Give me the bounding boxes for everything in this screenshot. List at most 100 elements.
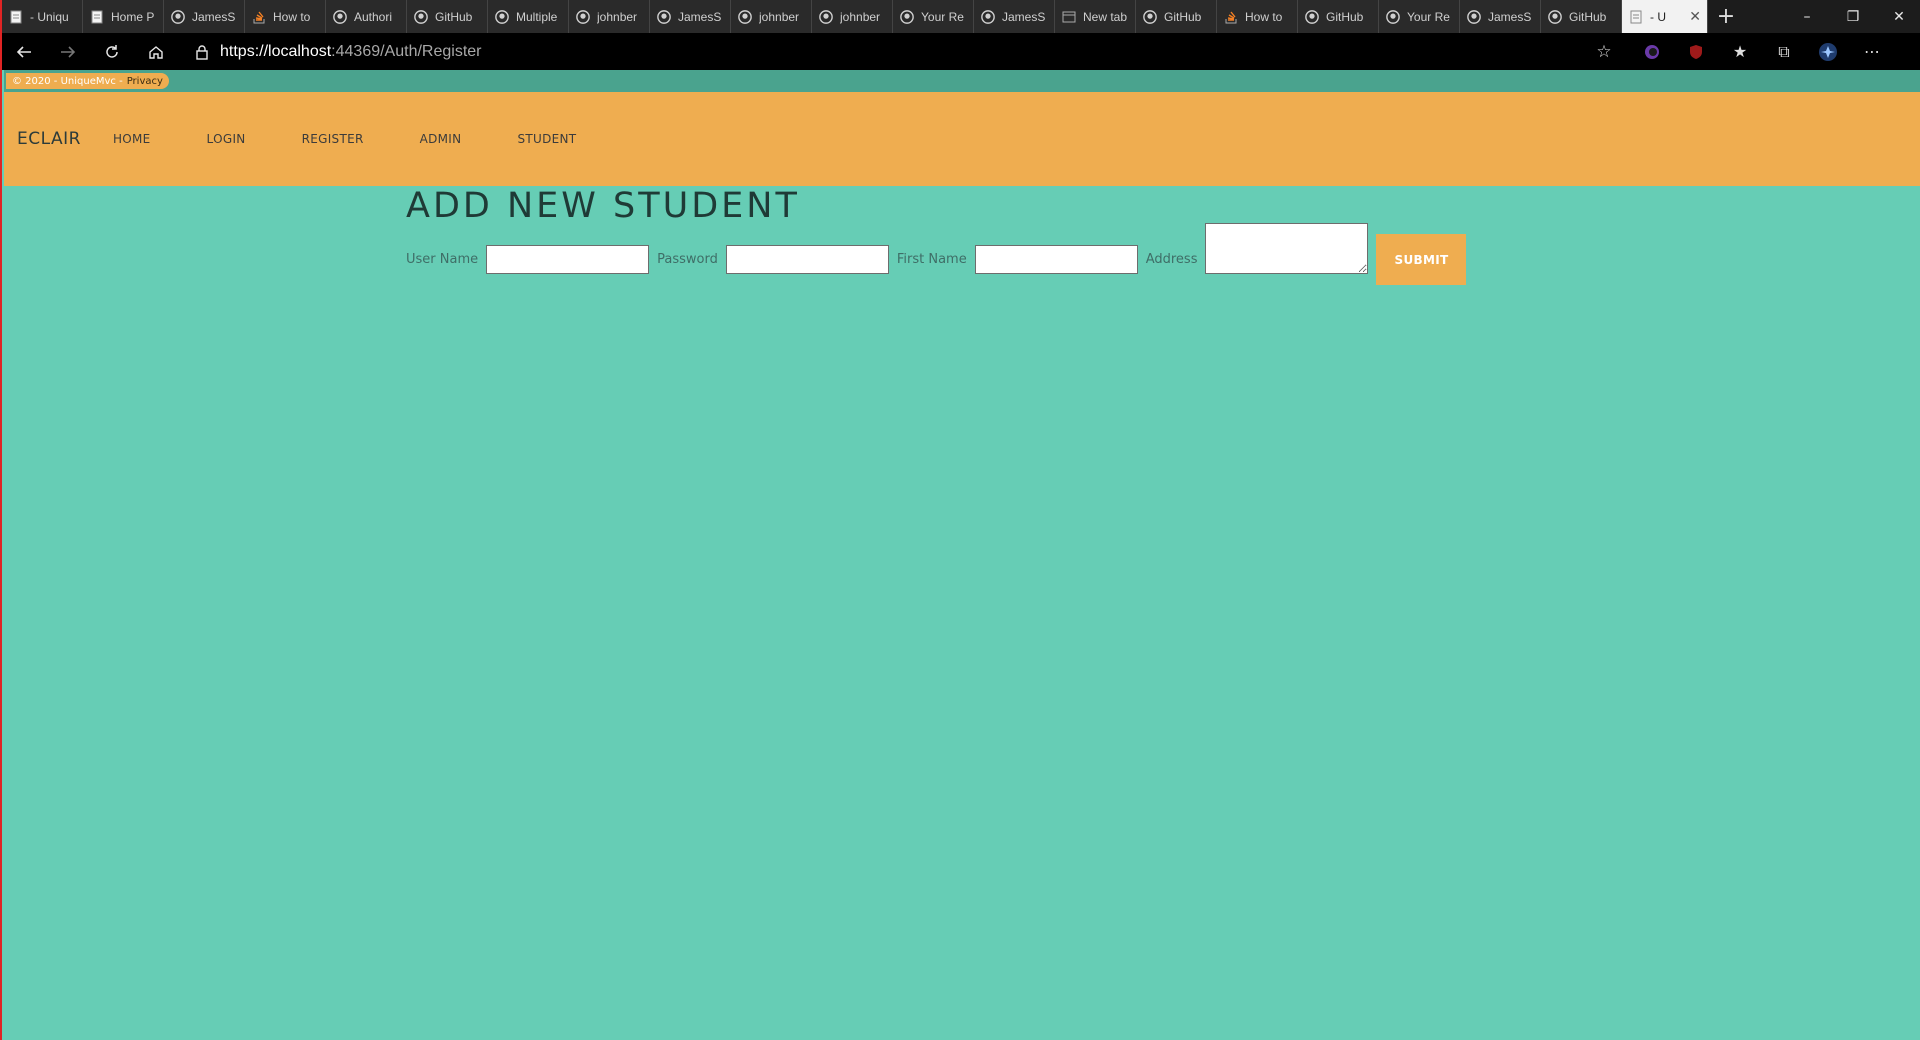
github-icon [1466, 9, 1482, 25]
nav-link-login[interactable]: LOGIN [199, 132, 254, 146]
github-icon [1385, 9, 1401, 25]
tab-title: GitHub [1569, 9, 1607, 24]
tab-active[interactable]: - U ✕ [1622, 0, 1708, 33]
github-icon [656, 9, 672, 25]
browser-tab[interactable]: JamesS [1460, 0, 1541, 33]
browser-tab[interactable]: - Uniqu [2, 0, 83, 33]
refresh-button[interactable] [90, 33, 134, 70]
footer-strip: © 2020 - UniqueMvc - Privacy [4, 70, 1920, 92]
footer: © 2020 - UniqueMvc - Privacy [6, 73, 169, 89]
address-bar[interactable]: https://localhost:44369/Auth/Register ☆ [184, 36, 1622, 67]
browser-tab[interactable]: Multiple [488, 0, 569, 33]
github-icon [1304, 9, 1320, 25]
forward-button[interactable] [46, 33, 90, 70]
close-window-icon[interactable]: ✕ [1876, 0, 1920, 33]
forward-arrow-icon [61, 45, 76, 58]
browser-tab[interactable]: GitHub [1541, 0, 1622, 33]
browser-tab[interactable]: JamesS [650, 0, 731, 33]
browser-tab[interactable]: How to [245, 0, 326, 33]
tab-title: How to [1245, 9, 1283, 24]
github-icon [899, 9, 915, 25]
nav-link-register[interactable]: REGISTER [294, 132, 372, 146]
more-menu-icon[interactable]: ⋯ [1850, 33, 1894, 70]
browser-tab[interactable]: johnber [569, 0, 650, 33]
extension-icon[interactable] [1630, 33, 1674, 70]
nav-link-home[interactable]: HOME [105, 132, 159, 146]
browser-tab[interactable]: Your Re [1379, 0, 1460, 33]
browser-tab[interactable]: johnber [812, 0, 893, 33]
back-arrow-icon [16, 45, 31, 58]
privacy-link[interactable]: Privacy [127, 76, 163, 87]
nav-link-admin[interactable]: ADMIN [412, 132, 470, 146]
close-tab-icon[interactable]: ✕ [1689, 8, 1701, 25]
password-label: Password [657, 252, 718, 267]
add-student-form: User Name Password First Name Address SU… [406, 223, 1467, 285]
tab-title: GitHub [1164, 9, 1202, 24]
brand-logo[interactable]: ECLAIR [17, 129, 81, 149]
github-icon [737, 9, 753, 25]
github-icon [413, 9, 429, 25]
github-icon [1547, 9, 1563, 25]
newtab-icon [1061, 9, 1077, 25]
home-icon [149, 45, 163, 59]
lock-icon [184, 44, 220, 60]
address-label: Address [1145, 252, 1198, 267]
nav-links: HOME LOGIN REGISTER ADMIN STUDENT [105, 132, 624, 146]
tab-title: JamesS [678, 9, 722, 24]
profile-avatar-icon[interactable] [1806, 33, 1850, 70]
stackoverflow-icon [1223, 9, 1239, 25]
refresh-icon [106, 44, 118, 58]
nav-link-student[interactable]: STUDENT [509, 132, 584, 146]
minimize-icon[interactable]: – [1784, 0, 1830, 33]
browser-tab[interactable]: GitHub [1298, 0, 1379, 33]
page-icon [8, 9, 24, 25]
user-name-label: User Name [406, 252, 479, 267]
browser-tab[interactable]: Home P [83, 0, 164, 33]
favorites-icon[interactable]: ★ [1718, 33, 1762, 70]
tab-title: - U [1650, 9, 1666, 24]
tab-title: Your Re [921, 9, 964, 24]
github-icon [980, 9, 996, 25]
stackoverflow-icon [251, 9, 267, 25]
browser-toolbar: https://localhost:44369/Auth/Register ☆ … [2, 33, 1920, 70]
github-icon [494, 9, 510, 25]
password-input[interactable] [725, 245, 889, 274]
tab-title: How to [273, 9, 311, 24]
tab-title: JamesS [1488, 9, 1532, 24]
browser-tab[interactable]: How to [1217, 0, 1298, 33]
window-controls: – ❐ ✕ [1784, 0, 1920, 33]
collections-icon[interactable]: ⧉ [1762, 33, 1806, 70]
user-name-input[interactable] [486, 245, 650, 274]
github-icon [170, 9, 186, 25]
browser-tab[interactable]: JamesS [164, 0, 245, 33]
first-name-input[interactable] [974, 245, 1138, 274]
restore-icon[interactable]: ❐ [1830, 0, 1876, 33]
tab-title: GitHub [435, 9, 473, 24]
back-button[interactable] [2, 33, 46, 70]
new-tab-button[interactable]: + [1708, 0, 1744, 33]
browser-tab[interactable]: Authori [326, 0, 407, 33]
ublock-icon[interactable] [1674, 33, 1718, 70]
first-name-label: First Name [896, 252, 967, 267]
browser-tab[interactable]: Your Re [893, 0, 974, 33]
submit-button[interactable]: SUBMIT [1376, 234, 1467, 285]
address-textarea[interactable] [1205, 223, 1369, 274]
browser-tab[interactable]: JamesS [974, 0, 1055, 33]
browser-tab[interactable]: johnber [731, 0, 812, 33]
tab-title: Your Re [1407, 9, 1450, 24]
browser-tab[interactable]: New tab [1055, 0, 1136, 33]
home-button[interactable] [134, 33, 178, 70]
github-icon [818, 9, 834, 25]
tab-title: johnber [840, 9, 881, 24]
browser-tab[interactable]: GitHub [407, 0, 488, 33]
tab-title: GitHub [1326, 9, 1364, 24]
tab-title: New tab [1083, 9, 1128, 24]
browser-tab[interactable]: GitHub [1136, 0, 1217, 33]
tab-title: JamesS [192, 9, 236, 24]
page-title: ADD NEW STUDENT [406, 186, 800, 226]
browser-tab-strip: - Uniqu Home P JamesS How to Authori GitHub Mu… [2, 0, 1920, 33]
tab-title: Home P [111, 9, 155, 24]
favorite-star-icon[interactable]: ☆ [1586, 42, 1622, 62]
url-host: https://localhost [220, 42, 332, 60]
site-navbar: ECLAIR HOME LOGIN REGISTER ADMIN STUDENT [4, 92, 1920, 186]
